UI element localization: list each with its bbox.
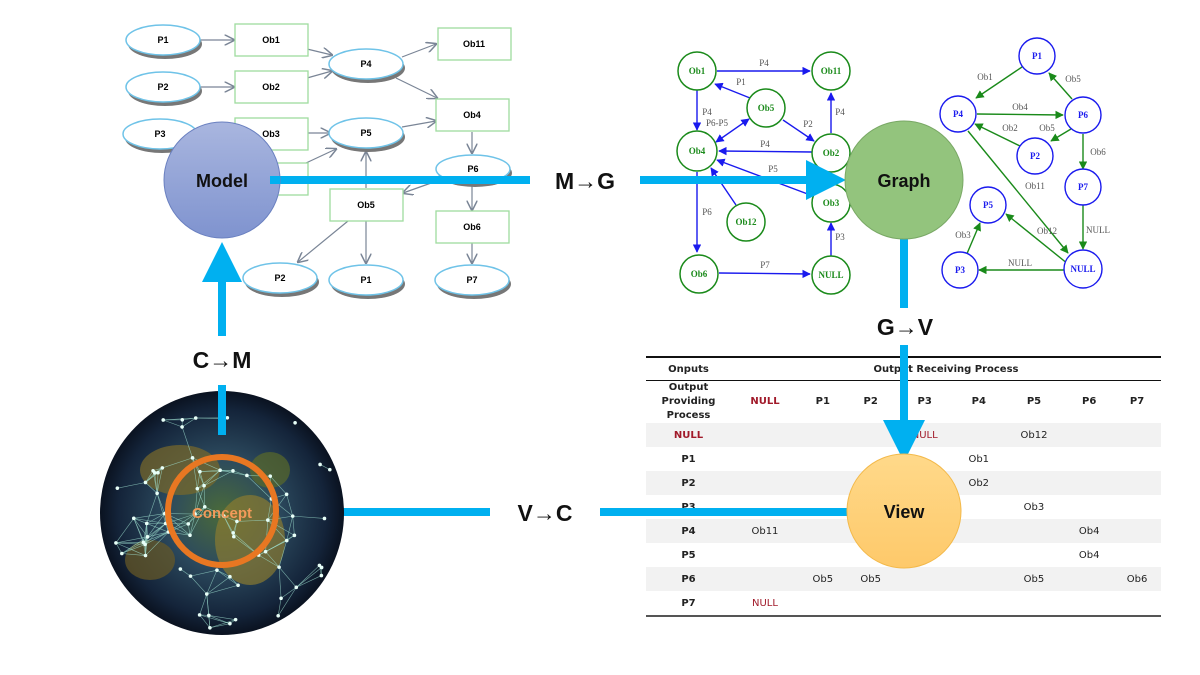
network-node (322, 516, 327, 521)
concept-label: Concept (192, 505, 252, 522)
network-node (218, 468, 222, 472)
network-node (319, 565, 324, 570)
network-node (160, 466, 165, 470)
network-node (188, 533, 192, 538)
network-node (208, 625, 212, 630)
network-node (328, 467, 332, 472)
network-node (294, 585, 299, 590)
network-node (318, 462, 322, 467)
network-node (292, 533, 297, 538)
network-node (290, 514, 295, 518)
network-node (145, 535, 150, 539)
model-label: Model (196, 171, 248, 191)
graph-stage[interactable]: Graph (844, 120, 964, 240)
network-node (188, 574, 193, 578)
network-node (156, 470, 160, 475)
network-node (161, 418, 166, 422)
network-node (155, 491, 159, 496)
network-node (207, 613, 211, 618)
network-node (231, 531, 235, 535)
network-node (186, 522, 191, 526)
network-node (228, 574, 232, 579)
network-node (276, 613, 280, 618)
network-node (268, 474, 273, 478)
network-node (180, 425, 184, 429)
view-label: View (884, 502, 926, 522)
network-node (225, 416, 230, 420)
network-node (293, 420, 297, 425)
transition-label-g-to-v: G→V (877, 314, 934, 340)
network-node (195, 486, 200, 491)
transition-label-c-to-m: C→M (193, 347, 252, 373)
network-node (319, 573, 324, 578)
network-node (190, 456, 195, 460)
network-node (215, 568, 219, 572)
model-stage[interactable]: Model (163, 121, 281, 239)
network-node (151, 468, 155, 473)
network-node (114, 541, 118, 545)
network-node (143, 480, 148, 485)
network-node (245, 473, 249, 478)
cycle-overlay: Concept Model Graph View M→G G→V V→C C→M (100, 120, 964, 635)
network-node (231, 468, 235, 473)
transition-label-m-to-g: M→G (555, 168, 615, 194)
arrow-graph-to-view (883, 238, 925, 462)
view-stage[interactable]: View (846, 453, 962, 569)
network-node (279, 596, 283, 601)
network-node (284, 492, 289, 497)
network-node (178, 567, 183, 571)
network-node (198, 469, 202, 474)
network-node (263, 549, 268, 554)
network-node (197, 613, 202, 617)
network-node (266, 518, 270, 522)
landmass-shape (125, 540, 175, 580)
network-node (144, 521, 149, 526)
network-node (204, 592, 209, 596)
network-node (236, 583, 240, 588)
network-node (143, 553, 148, 558)
network-node (193, 416, 198, 420)
network-node (233, 617, 238, 622)
network-node (228, 621, 232, 626)
network-node (232, 534, 236, 539)
network-node (277, 565, 281, 569)
graph-label: Graph (877, 171, 930, 191)
network-node (180, 417, 185, 422)
network-node (202, 483, 206, 488)
concept-stage: Concept (100, 385, 344, 635)
network-node (131, 516, 136, 521)
transition-label-v-to-c: V→C (518, 500, 573, 526)
network-node (120, 551, 124, 556)
network-node (284, 538, 289, 543)
network-node (115, 486, 120, 490)
network-node (143, 542, 147, 547)
